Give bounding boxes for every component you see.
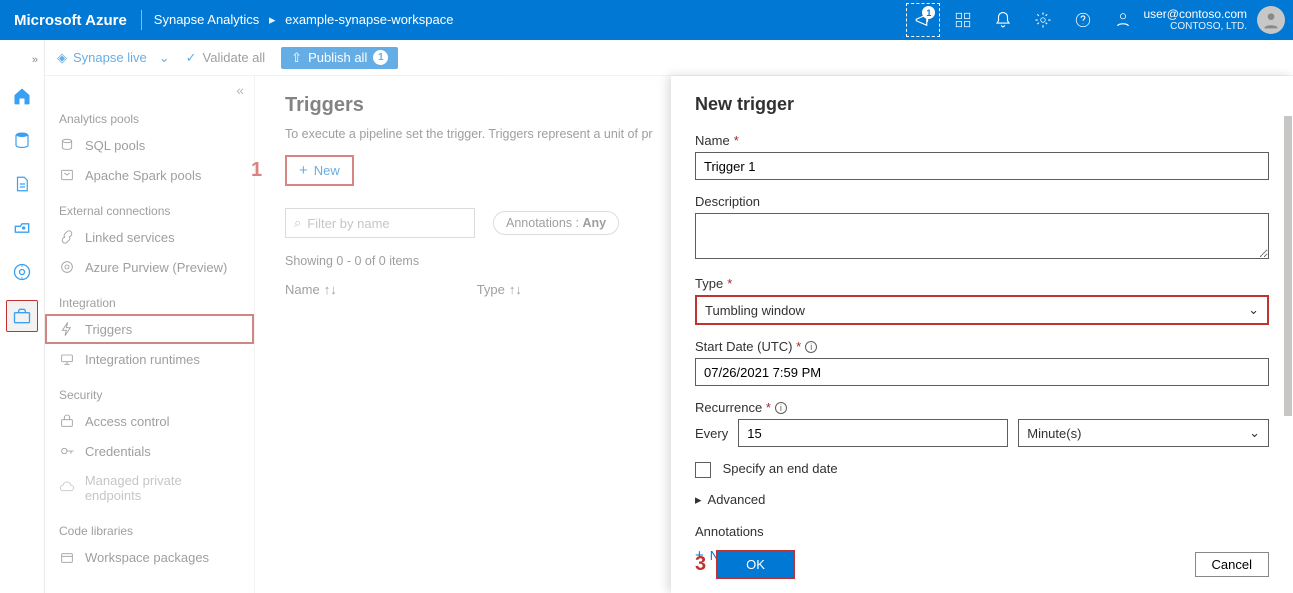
plus-icon: + <box>299 162 308 179</box>
nav-integration-runtimes[interactable]: Integration runtimes <box>45 344 254 374</box>
hub-collapse-icon[interactable]: « <box>236 82 244 98</box>
notification-badge: 1 <box>922 6 935 19</box>
nav-purview[interactable]: Azure Purview (Preview) <box>45 252 254 282</box>
upload-icon: ⇧ <box>291 50 302 66</box>
type-label: Type <box>695 276 1269 291</box>
azure-top-bar: Microsoft Azure Synapse Analytics ▸ exam… <box>0 0 1293 40</box>
rail-home-icon[interactable] <box>6 80 38 112</box>
annotations-section-label: Annotations <box>695 524 1269 539</box>
description-label: Description <box>695 194 1269 209</box>
new-button-label: New <box>314 163 340 178</box>
breadcrumb: Synapse Analytics ▸ example-synapse-work… <box>142 12 466 28</box>
rail-expand-icon[interactable]: » <box>32 54 44 66</box>
new-trigger-button[interactable]: + New <box>285 155 354 186</box>
avatar[interactable] <box>1257 6 1285 34</box>
section-security: Security <box>45 374 254 406</box>
filter-icon: ⌕ <box>294 215 301 231</box>
validate-all-button[interactable]: ✓ Validate all <box>186 50 266 66</box>
user-block[interactable]: user@contoso.com CONTOSO, LTD. <box>1143 7 1257 33</box>
ok-button[interactable]: OK <box>716 550 795 579</box>
nav-sql-pools[interactable]: SQL pools <box>45 130 254 160</box>
rail-develop-icon[interactable] <box>6 168 38 200</box>
sync-icon: ◈ <box>57 50 67 66</box>
recurrence-value-input[interactable] <box>738 419 1008 447</box>
sort-icon: ↑↓ <box>509 282 522 297</box>
nav-linked-services[interactable]: Linked services <box>45 222 254 252</box>
cancel-button[interactable]: Cancel <box>1195 552 1269 577</box>
type-select[interactable]: Tumbling window ⌄ <box>695 295 1269 325</box>
directory-icon[interactable] <box>943 0 983 40</box>
gear-icon[interactable] <box>1023 0 1063 40</box>
every-label: Every <box>695 426 728 441</box>
chevron-right-icon: ▸ <box>263 12 282 27</box>
publish-label: Publish all <box>308 50 367 65</box>
validate-label: Validate all <box>203 50 266 65</box>
start-date-label: Start Date (UTC) i <box>695 339 1269 354</box>
callout-1: 1 <box>251 159 262 182</box>
workspace-crumb[interactable]: example-synapse-workspace <box>285 12 453 27</box>
sort-icon: ↑↓ <box>324 282 337 297</box>
scrollbar-thumb[interactable] <box>1284 116 1292 416</box>
section-external: External connections <box>45 190 254 222</box>
col-type[interactable]: Type ↑↓ <box>477 282 522 297</box>
start-date-input[interactable] <box>695 358 1269 386</box>
type-selected-value: Tumbling window <box>705 303 805 318</box>
publish-all-button[interactable]: ⇧ Publish all 1 <box>281 47 398 69</box>
main-content: Triggers To execute a pipeline set the t… <box>255 76 1293 593</box>
callout-3: 3 <box>695 553 706 576</box>
rail-monitor-icon[interactable] <box>6 256 38 288</box>
check-icon: ✓ <box>186 50 197 66</box>
chevron-down-icon: ⌄ <box>1249 425 1260 441</box>
user-org: CONTOSO, LTD. <box>1143 21 1247 33</box>
nav-access-control[interactable]: Access control <box>45 406 254 436</box>
user-email: user@contoso.com <box>1143 7 1247 21</box>
service-crumb[interactable]: Synapse Analytics <box>154 12 260 27</box>
brand-label[interactable]: Microsoft Azure <box>0 12 141 29</box>
name-label: Name <box>695 133 1269 148</box>
end-date-label: Specify an end date <box>723 461 838 476</box>
col-name[interactable]: Name ↑↓ <box>285 282 337 297</box>
help-icon[interactable] <box>1063 0 1103 40</box>
section-integration: Integration <box>45 282 254 314</box>
synapse-live-label: Synapse live <box>73 50 147 65</box>
publish-count-badge: 1 <box>373 50 388 65</box>
chevron-down-icon: ⌄ <box>159 50 170 66</box>
feedback-icon[interactable] <box>1103 0 1143 40</box>
end-date-checkbox-row[interactable]: Specify an end date <box>695 461 1269 478</box>
topbar-actions: 1 user@contoso.com CONTOSO, LTD. <box>903 0 1293 40</box>
nav-triggers[interactable]: Triggers <box>45 314 254 344</box>
new-trigger-panel: New trigger Name Description Type 2 Tumb… <box>671 76 1293 593</box>
chevron-right-icon: ▸ <box>695 492 702 508</box>
checkbox-icon[interactable] <box>695 462 711 478</box>
description-textarea[interactable] <box>695 213 1269 259</box>
nav-managed-endpoints[interactable]: Managed private endpoints <box>45 466 254 510</box>
rail-manage-icon[interactable] <box>6 300 38 332</box>
workspace-shell: » ◈ Synapse live ⌄ ✓ Validate all ⇧ Publ… <box>0 40 1293 593</box>
recurrence-unit-select[interactable]: Minute(s) ⌄ <box>1018 419 1269 447</box>
trigger-name-input[interactable] <box>695 152 1269 180</box>
left-rail: » <box>0 40 45 593</box>
info-icon[interactable]: i <box>805 341 817 353</box>
synapse-live-chip[interactable]: ◈ Synapse live ⌄ <box>57 50 170 66</box>
filter-by-name-input[interactable]: ⌕ Filter by name <box>285 208 475 238</box>
nav-credentials[interactable]: Credentials <box>45 436 254 466</box>
bell-icon[interactable] <box>983 0 1023 40</box>
section-analytics-pools: Analytics pools <box>45 98 254 130</box>
announcements-icon[interactable]: 1 <box>903 0 943 40</box>
annotations-filter[interactable]: Annotations : Any <box>493 211 619 235</box>
section-code-libraries: Code libraries <box>45 510 254 542</box>
hub-sidebar: « Analytics pools SQL pools Apache Spark… <box>45 76 255 593</box>
rail-data-icon[interactable] <box>6 124 38 156</box>
nav-spark-pools[interactable]: Apache Spark pools <box>45 160 254 190</box>
panel-title: New trigger <box>695 94 1269 115</box>
toolstrip: ◈ Synapse live ⌄ ✓ Validate all ⇧ Publis… <box>45 40 1293 76</box>
rail-integrate-icon[interactable] <box>6 212 38 244</box>
nav-workspace-packages[interactable]: Workspace packages <box>45 542 254 572</box>
recurrence-label: Recurrence i <box>695 400 1269 415</box>
info-icon[interactable]: i <box>775 402 787 414</box>
chevron-down-icon: ⌄ <box>1248 302 1259 318</box>
advanced-toggle[interactable]: ▸ Advanced <box>695 492 1269 508</box>
